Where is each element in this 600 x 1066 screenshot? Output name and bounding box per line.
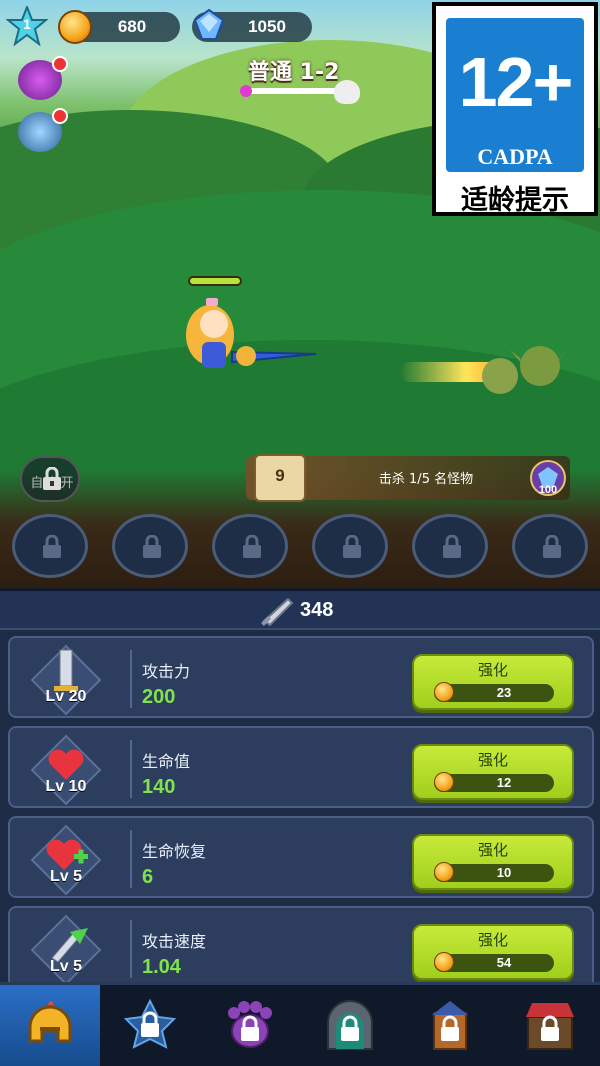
upgrade-cost: 10 [496, 865, 512, 880]
lock-icon [43, 467, 61, 490]
upgrade-button[interactable]: 强化 10 [412, 834, 574, 890]
helmet-icon [28, 1001, 72, 1043]
combat-power-value: 348 [300, 599, 334, 621]
tab-dungeon[interactable] [300, 985, 400, 1066]
upgrade-value: 140 [142, 776, 176, 798]
auto-battle-button[interactable]: 自动 开 [20, 456, 80, 502]
upgrade-level: Lv 5 [49, 868, 82, 885]
notification-dot [52, 56, 68, 72]
bottom-nav [0, 982, 600, 1066]
player-level: 1 [23, 16, 31, 32]
divider [130, 920, 132, 978]
lock-icon [243, 535, 261, 558]
upgrade-button[interactable]: 强化 23 [412, 654, 574, 710]
locked-skill-slot[interactable] [312, 514, 388, 578]
notification-dot [52, 108, 68, 124]
locked-skill-slot[interactable] [512, 514, 588, 578]
locked-skill-slot[interactable] [412, 514, 488, 578]
coin-amount: 680 [117, 17, 147, 36]
upgrade-button-label: 强化 [477, 661, 508, 679]
upgrade-name: 攻击力 [142, 662, 191, 681]
locked-skill-slot[interactable] [212, 514, 288, 578]
coin-icon [434, 862, 454, 882]
upgrade-cost: 54 [496, 955, 512, 970]
upgrade-row-attack-speed: Lv 5 攻击速度 1.04 强化 54 [8, 906, 594, 982]
divider [130, 830, 132, 888]
age-rating-badge: 12+ CADPA 适龄提示 [432, 2, 598, 216]
stage-progress-marker [240, 85, 252, 97]
upgrade-level: Lv 10 [45, 778, 87, 795]
lock-icon [143, 535, 161, 558]
divider [130, 740, 132, 798]
gem-icon [193, 8, 225, 40]
tab-hero[interactable] [0, 985, 100, 1066]
locked-skill-slot[interactable] [12, 514, 88, 578]
lance-weapon [231, 346, 317, 366]
skill-slots [12, 514, 592, 578]
coin-icon [58, 10, 92, 44]
upgrade-level: Lv 20 [45, 688, 87, 705]
coin-icon [434, 682, 454, 702]
upgrade-value: 1.04 [142, 956, 181, 978]
upgrade-button-label: 强化 [477, 841, 508, 859]
upgrade-button-label: 强化 [477, 751, 508, 769]
lock-icon [443, 535, 461, 558]
boss-skull-icon [334, 80, 360, 104]
coin-icon [434, 772, 454, 792]
star-badge-icon [123, 998, 177, 1049]
upgrade-level: Lv 5 [49, 958, 82, 975]
upgrade-panel: Lv 20 攻击力 200 强化 23 Lv 10 生命值 140 强化 12 [0, 630, 600, 982]
age-rating: 12+ [458, 43, 574, 121]
quest-text: 击杀 1/5 名怪物 [378, 472, 474, 487]
upgrade-name: 生命恢复 [142, 842, 207, 861]
gem-amount: 1050 [248, 17, 286, 36]
sword-icon [261, 597, 294, 627]
quest-number: 9 [275, 466, 285, 485]
upgrade-row-health: Lv 10 生命值 140 强化 12 [8, 726, 594, 808]
upgrade-row-attack: Lv 20 攻击力 200 强化 23 [8, 636, 594, 718]
quest-reward-amount: 100 [538, 484, 558, 496]
upgrade-value: 6 [142, 866, 154, 888]
gate-icon [327, 1000, 373, 1050]
tab-shop[interactable] [500, 985, 600, 1066]
age-tip: 适龄提示 [461, 185, 569, 216]
upgrade-name: 攻击速度 [142, 932, 207, 951]
upgrade-cost: 12 [496, 775, 512, 790]
divider [130, 650, 132, 708]
paw-icon [228, 1001, 272, 1048]
upgrade-row-regen: Lv 5 生命恢复 6 强化 10 [8, 816, 594, 898]
coin-icon [434, 952, 454, 972]
upgrade-name: 生命值 [142, 752, 191, 771]
lock-icon [543, 535, 561, 558]
rating-org: CADPA [477, 144, 553, 169]
quest-banner[interactable]: 9 击杀 1/5 名怪物 100 [246, 454, 570, 502]
upgrade-button[interactable]: 强化 54 [412, 924, 574, 980]
upgrade-button[interactable]: 强化 12 [412, 744, 574, 800]
goblin-enemy [482, 346, 568, 394]
lock-icon [343, 535, 361, 558]
tower-icon [432, 1001, 468, 1050]
shop-icon [526, 1003, 574, 1050]
combat-power-bar: 348 [0, 588, 600, 630]
tab-star[interactable] [100, 985, 200, 1066]
upgrade-value: 200 [142, 686, 176, 708]
tab-tower[interactable] [400, 985, 500, 1066]
lock-icon [43, 535, 61, 558]
stage-title: 普通 1-2 [248, 60, 340, 85]
upgrade-cost: 23 [496, 685, 512, 700]
tab-pet[interactable] [200, 985, 300, 1066]
upgrade-button-label: 强化 [477, 931, 508, 949]
hero-health-bar [188, 276, 242, 286]
locked-skill-slot[interactable] [112, 514, 188, 578]
